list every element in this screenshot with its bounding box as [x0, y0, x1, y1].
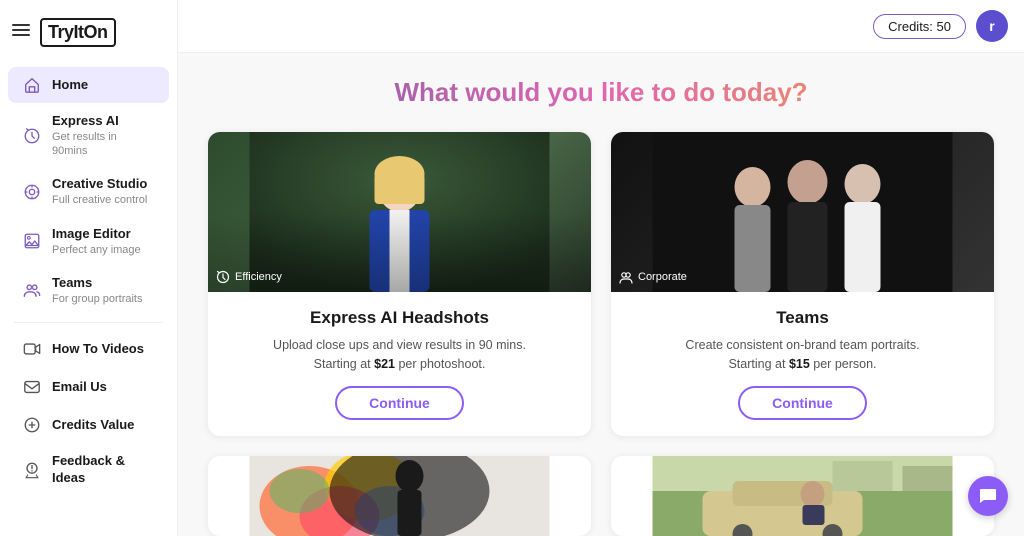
sidebar-item-credits-value[interactable]: Credits Value: [8, 407, 169, 443]
hamburger-icon[interactable]: [12, 21, 30, 44]
chat-bubble[interactable]: [968, 476, 1008, 516]
avatar[interactable]: r: [976, 10, 1008, 42]
express-ai-card-image: Efficiency: [208, 132, 591, 292]
sidebar-item-express-ai[interactable]: Express AI Get results in 90mins: [8, 105, 169, 166]
teams-card-body: Teams Create consistent on-brand team po…: [611, 292, 994, 436]
teams-badge: Corporate: [619, 270, 687, 284]
sidebar-nav: Home Express AI Get results in 90mins: [0, 57, 177, 536]
express-ai-card: Efficiency Express AI Headshots Upload c…: [208, 132, 591, 436]
sidebar-item-creative-studio[interactable]: Creative Studio Full creative control: [8, 168, 169, 215]
sidebar-item-home-label: Home: [52, 77, 88, 94]
express-ai-continue-button[interactable]: Continue: [335, 386, 464, 420]
image-editor-card-image: [611, 456, 994, 536]
sidebar-item-feedback-label: Feedback & Ideas: [52, 453, 155, 487]
home-icon: [22, 75, 42, 95]
express-ai-card-title: Express AI Headshots: [310, 308, 489, 328]
teams-card-desc: Create consistent on-brand team portrait…: [685, 336, 919, 374]
sidebar-item-image-editor-sublabel: Perfect any image: [52, 243, 141, 257]
sidebar-item-express-ai-text: Express AI Get results in 90mins: [52, 113, 155, 158]
sidebar-item-creative-studio-sublabel: Full creative control: [52, 193, 147, 207]
teams-badge-text: Corporate: [638, 271, 687, 283]
teams-continue-button[interactable]: Continue: [738, 386, 867, 420]
sidebar-item-teams[interactable]: Teams For group portraits: [8, 267, 169, 314]
email-icon: [22, 377, 42, 397]
sidebar-item-how-to-videos-text: How To Videos: [52, 341, 144, 358]
sidebar-item-teams-sublabel: For group portraits: [52, 292, 142, 306]
teams-icon: [22, 280, 42, 300]
feedback-icon: [22, 460, 42, 480]
sidebar-item-express-ai-sublabel: Get results in 90mins: [52, 130, 155, 159]
sidebar-item-teams-text: Teams For group portraits: [52, 275, 142, 306]
express-ai-badge-text: Efficiency: [235, 271, 282, 283]
teams-card-image: Corporate: [611, 132, 994, 292]
creative-studio-icon: [22, 182, 42, 202]
sidebar-item-creative-studio-label: Creative Studio: [52, 176, 147, 193]
express-ai-card-desc: Upload close ups and view results in 90 …: [273, 336, 526, 374]
credits-icon: [22, 415, 42, 435]
sidebar-item-creative-studio-text: Creative Studio Full creative control: [52, 176, 147, 207]
sidebar-item-image-editor[interactable]: Image Editor Perfect any image: [8, 218, 169, 265]
sidebar-item-email-us-label: Email Us: [52, 379, 107, 396]
content-area: What would you like to do today?: [178, 53, 1024, 536]
video-icon: [22, 339, 42, 359]
teams-card-title: Teams: [776, 308, 829, 328]
main-content: Credits: 50 r What would you like to do …: [178, 0, 1024, 536]
teams-card: Corporate Teams Create consistent on-bra…: [611, 132, 994, 436]
creative-studio-card-image: [208, 456, 591, 536]
sidebar-header: TryItOn: [0, 8, 177, 57]
page-title: What would you like to do today?: [208, 77, 994, 108]
sidebar-item-credits-value-label: Credits Value: [52, 417, 134, 434]
sidebar-item-credits-value-text: Credits Value: [52, 417, 134, 434]
express-ai-card-body: Express AI Headshots Upload close ups an…: [208, 292, 591, 436]
sidebar-item-feedback-text: Feedback & Ideas: [52, 453, 155, 487]
topbar: Credits: 50 r: [178, 0, 1024, 53]
express-ai-icon: [22, 126, 42, 146]
sidebar-divider: [14, 322, 163, 323]
sidebar-item-feedback[interactable]: Feedback & Ideas: [8, 445, 169, 495]
sidebar-item-how-to-videos-label: How To Videos: [52, 341, 144, 358]
creative-studio-card: [208, 456, 591, 536]
sidebar-item-home-text: Home: [52, 77, 88, 94]
app-logo: TryItOn: [40, 18, 116, 47]
cards-grid: Efficiency Express AI Headshots Upload c…: [208, 132, 994, 536]
sidebar-item-how-to-videos[interactable]: How To Videos: [8, 331, 169, 367]
image-editor-card: [611, 456, 994, 536]
sidebar-item-teams-label: Teams: [52, 275, 142, 292]
sidebar-item-image-editor-label: Image Editor: [52, 226, 141, 243]
image-editor-icon: [22, 231, 42, 251]
sidebar: TryItOn Home: [0, 0, 178, 536]
sidebar-item-home[interactable]: Home: [8, 67, 169, 103]
sidebar-item-express-ai-label: Express AI: [52, 113, 155, 130]
sidebar-item-image-editor-text: Image Editor Perfect any image: [52, 226, 141, 257]
sidebar-item-email-us[interactable]: Email Us: [8, 369, 169, 405]
sidebar-item-email-us-text: Email Us: [52, 379, 107, 396]
credits-badge[interactable]: Credits: 50: [873, 14, 966, 39]
express-ai-badge: Efficiency: [216, 270, 282, 284]
